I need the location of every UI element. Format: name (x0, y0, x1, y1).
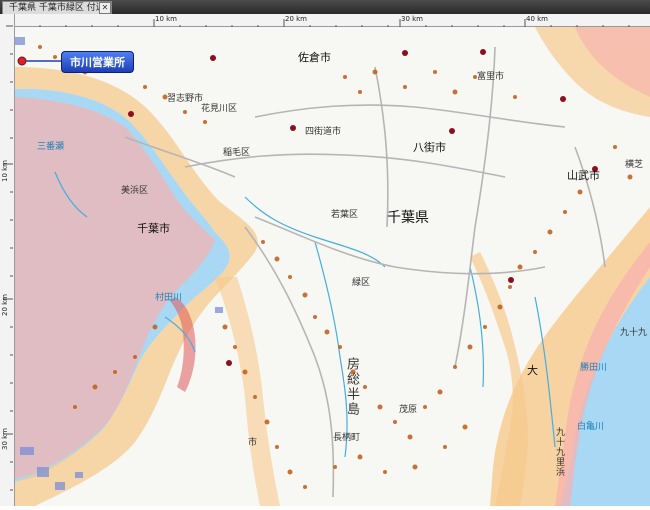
tab-bar: 千葉県 千葉市緑区 付近 ✕ (0, 0, 650, 14)
place-label: 八街市 (413, 141, 446, 154)
city-marker-icon (290, 125, 296, 131)
ruler-y-label: 20 km (1, 293, 9, 316)
place-label: 山武市 (567, 169, 600, 182)
ruler-x-label: 30 km (401, 15, 424, 23)
city-marker-icon (128, 111, 134, 117)
place-label: 大 (527, 364, 538, 377)
ruler-x-label: 10 km (155, 15, 178, 23)
water-label: 村田川 (155, 293, 183, 303)
city-marker-icon (402, 50, 408, 56)
place-label: 富里市 (477, 72, 505, 82)
map-tab[interactable]: 千葉県 千葉市緑区 付近 (2, 1, 112, 14)
city-marker-icon (480, 49, 486, 55)
ruler-x-label: 20 km (285, 15, 308, 23)
place-label: 九十九 (620, 328, 648, 338)
water-label: 勝田川 (580, 363, 608, 373)
place-label: 茂原 (399, 405, 418, 415)
place-label: 稲毛区 (223, 148, 251, 158)
map-canvas[interactable]: 市川営業所 佐倉市 富里市 習志野市 花見川区 四街道市 八街市 稲毛区 美浜区… (15, 27, 650, 506)
city-marker-icon (449, 128, 455, 134)
place-label: 若葉区 (331, 210, 359, 220)
place-label: 美浜区 (121, 186, 149, 196)
place-label: 千葉県 (387, 210, 429, 226)
city-marker-icon (226, 360, 232, 366)
place-label: 佐倉市 (298, 51, 331, 64)
office-callout[interactable]: 市川営業所 (61, 51, 134, 73)
place-label: 習志野市 (167, 94, 204, 104)
ruler-y-label: 10 km (1, 159, 9, 182)
place-label: 長柄町 (333, 433, 361, 443)
ruler-y-label: 30 km (1, 427, 9, 450)
place-label: 市 (248, 438, 258, 448)
place-label: 緑区 (352, 278, 371, 288)
place-label: 花見川区 (201, 104, 238, 114)
city-marker-icon (560, 96, 566, 102)
horizontal-ruler (13, 14, 650, 28)
city-marker-icon (210, 55, 216, 61)
close-icon[interactable]: ✕ (99, 2, 111, 14)
water-label: 白亀川 (577, 422, 605, 432)
place-label: 四街道市 (305, 127, 342, 137)
place-label: 九十九里浜 (554, 427, 564, 477)
place-label: 千葉市 (137, 222, 170, 235)
city-marker-icon (508, 277, 514, 283)
place-label: 房総半島 (344, 357, 359, 417)
place-label: 横芝 (625, 160, 644, 170)
ruler-x-label: 40 km (526, 15, 549, 23)
water-label: 三番瀬 (37, 142, 65, 152)
